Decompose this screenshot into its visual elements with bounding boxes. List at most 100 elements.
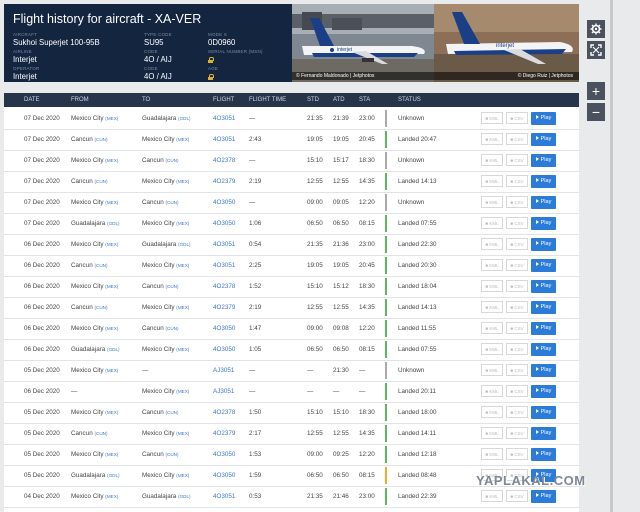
flight-number-link[interactable]: 4O3051	[213, 129, 235, 150]
to-cell[interactable]: Cancun (CUN)	[142, 192, 178, 213]
to-code[interactable]: (MEX)	[176, 347, 189, 352]
from-code[interactable]: (GDL)	[107, 473, 120, 478]
to-cell[interactable]: Cancun (CUN)	[142, 402, 178, 423]
to-cell[interactable]: Mexico City (MEX)	[142, 381, 189, 402]
from-cell[interactable]: Guadalajara (GDL)	[71, 339, 120, 360]
to-cell[interactable]: Mexico City (MEX)	[142, 465, 189, 486]
play-button[interactable]: Play	[531, 154, 556, 167]
table-row[interactable]: 07 Dec 2020 Guadalajara (GDL) Mexico City …	[4, 213, 579, 235]
from-code[interactable]: (MEX)	[105, 368, 118, 373]
col-sta[interactable]: STA	[359, 93, 370, 107]
flight-number-link[interactable]: 4O2378	[213, 276, 235, 297]
csv-button[interactable]: ■ CSV	[506, 154, 528, 166]
play-button[interactable]: Play	[531, 238, 556, 251]
csv-button[interactable]: ■ CSV	[506, 133, 528, 145]
table-row[interactable]: 05 Dec 2020 Mexico City (MEX) Cancun (CUN)…	[4, 444, 579, 466]
col-std[interactable]: STD	[307, 93, 319, 107]
table-row[interactable]: 06 Dec 2020 Mexico City (MEX) Cancun (CUN)…	[4, 318, 579, 340]
csv-button[interactable]: ■ CSV	[506, 448, 528, 460]
flight-number-link[interactable]: AJ3051	[213, 381, 234, 402]
csv-button[interactable]: ■ CSV	[506, 364, 528, 376]
from-code[interactable]: (GDL)	[107, 221, 120, 226]
table-row[interactable]: 05 Dec 2020 Cancun (CUN) Mexico City (MEX)…	[4, 423, 579, 445]
aircraft-photo-1[interactable]: interjet © Fernando Maldonado | Jetphoto…	[292, 4, 434, 82]
play-button[interactable]: Play	[531, 217, 556, 230]
to-cell[interactable]: Cancun (CUN)	[142, 276, 178, 297]
to-cell[interactable]: Mexico City (MEX)	[142, 129, 189, 150]
to-code[interactable]: (MEX)	[176, 179, 189, 184]
csv-button[interactable]: ■ CSV	[506, 238, 528, 250]
to-code[interactable]: (CUN)	[165, 200, 178, 205]
col-atd[interactable]: ATD	[333, 93, 345, 107]
table-row[interactable]: 06 Dec 2020 — Mexico City (MEX) AJ3051 — — — —…	[4, 381, 579, 403]
csv-button[interactable]: ■ CSV	[506, 343, 528, 355]
from-cell[interactable]: Mexico City (MEX)	[71, 486, 118, 507]
col-from[interactable]: FROM	[71, 93, 89, 107]
csv-button[interactable]: ■ CSV	[506, 196, 528, 208]
to-code[interactable]: (MEX)	[176, 305, 189, 310]
col-flight[interactable]: FLIGHT	[213, 93, 234, 107]
from-cell[interactable]: Mexico City (MEX)	[71, 360, 118, 381]
lock-icon[interactable]	[208, 57, 214, 63]
to-cell[interactable]: Mexico City (MEX)	[142, 423, 189, 444]
to-code[interactable]: (GDL)	[178, 494, 191, 499]
kml-button[interactable]: ■ KML	[481, 112, 503, 124]
play-button[interactable]: Play	[531, 280, 556, 293]
to-cell[interactable]: Guadalajara (GDL)	[142, 234, 191, 255]
from-code[interactable]: (MEX)	[105, 494, 118, 499]
csv-button[interactable]: ■ CSV	[506, 175, 528, 187]
to-code[interactable]: (MEX)	[176, 137, 189, 142]
to-code[interactable]: (CUN)	[165, 284, 178, 289]
to-cell[interactable]: Cancun (CUN)	[142, 444, 178, 465]
to-code[interactable]: (GDL)	[178, 242, 191, 247]
csv-button[interactable]: ■ CSV	[506, 217, 528, 229]
table-row[interactable]: 06 Dec 2020 Mexico City (MEX) Guadalajara …	[4, 234, 579, 256]
flight-number-link[interactable]: 4O3050	[213, 318, 235, 339]
flight-number-link[interactable]: AJ3051	[213, 360, 234, 381]
from-cell[interactable]: Mexico City (MEX)	[71, 108, 118, 129]
play-button[interactable]: Play	[531, 448, 556, 461]
flight-number-link[interactable]: 4O3051	[213, 234, 235, 255]
flight-number-link[interactable]: 4O2379	[213, 423, 235, 444]
kml-button[interactable]: ■ KML	[481, 175, 503, 187]
flight-number-link[interactable]: 4O3050	[213, 444, 235, 465]
table-row[interactable]: 07 Dec 2020 Cancun (CUN) Mexico City (MEX)…	[4, 129, 579, 151]
flight-number-link[interactable]: 4O3050	[213, 339, 235, 360]
from-code[interactable]: (CUN)	[94, 263, 107, 268]
settings-button[interactable]	[587, 20, 605, 38]
table-row[interactable]: 07 Dec 2020 Mexico City (MEX) Guadalajara …	[4, 108, 579, 130]
from-cell[interactable]: —	[71, 381, 77, 402]
to-code[interactable]: (CUN)	[165, 410, 178, 415]
from-cell[interactable]: Cancun (CUN)	[71, 297, 107, 318]
flight-number-link[interactable]: 4O3050	[213, 465, 235, 486]
from-code[interactable]: (MEX)	[105, 284, 118, 289]
kml-button[interactable]: ■ KML	[481, 280, 503, 292]
from-cell[interactable]: Guadalajara (GDL)	[71, 465, 120, 486]
to-cell[interactable]: Mexico City (MEX)	[142, 213, 189, 234]
from-cell[interactable]: Mexico City (MEX)	[71, 318, 118, 339]
kml-button[interactable]: ■ KML	[481, 238, 503, 250]
from-cell[interactable]: Cancun (CUN)	[71, 129, 107, 150]
flight-number-link[interactable]: 4O2379	[213, 171, 235, 192]
to-cell[interactable]: Mexico City (MEX)	[142, 297, 189, 318]
to-cell[interactable]: Guadalajara (GDL)	[142, 108, 191, 129]
col-date[interactable]: DATE	[24, 93, 40, 107]
to-cell[interactable]: Mexico City (MEX)	[142, 171, 189, 192]
kml-button[interactable]: ■ KML	[481, 364, 503, 376]
to-code[interactable]: (MEX)	[176, 389, 189, 394]
to-cell[interactable]: Guadalajara (GDL)	[142, 486, 191, 507]
to-code[interactable]: (MEX)	[176, 473, 189, 478]
from-cell[interactable]: Mexico City (MEX)	[71, 192, 118, 213]
to-code[interactable]: (CUN)	[165, 158, 178, 163]
from-code[interactable]: (MEX)	[105, 116, 118, 121]
csv-button[interactable]: ■ CSV	[506, 385, 528, 397]
from-cell[interactable]: Mexico City (MEX)	[71, 444, 118, 465]
flight-number-link[interactable]: 4O3051	[213, 486, 235, 507]
from-code[interactable]: (MEX)	[105, 242, 118, 247]
flight-number-link[interactable]: 4O3050	[213, 213, 235, 234]
to-cell[interactable]: —	[142, 360, 148, 381]
aircraft-photo-2[interactable]: interjet © Diego Ruiz | Jetphotos	[434, 4, 579, 82]
kml-button[interactable]: ■ KML	[481, 448, 503, 460]
to-cell[interactable]: Mexico City (MEX)	[142, 339, 189, 360]
table-row[interactable]: 06 Dec 2020 Cancun (CUN) Mexico City (MEX)…	[4, 255, 579, 277]
